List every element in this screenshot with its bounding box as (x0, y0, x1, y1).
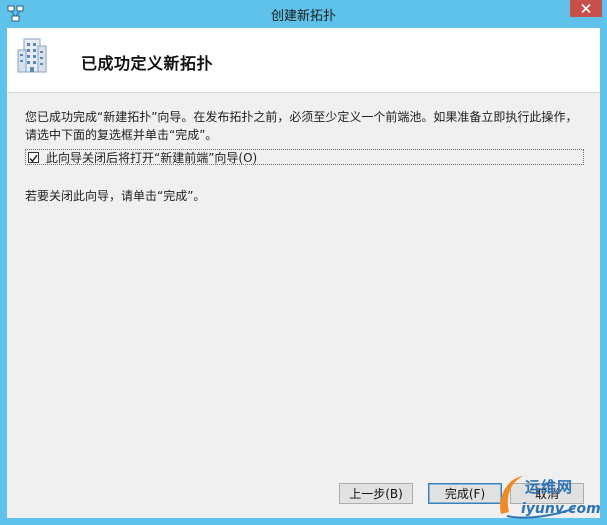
finish-note: 若要关闭此向导，请单击“完成”。 (25, 189, 206, 203)
open-new-frontend-wizard-checkbox[interactable]: 此向导关闭后将打开“新建前端”向导(O) (25, 149, 584, 165)
building-icon (17, 36, 47, 74)
window-title: 创建新拓扑 (270, 9, 336, 24)
title-bar[interactable]: 创建新拓扑 (0, 0, 607, 28)
page-title: 已成功定义新拓扑 (81, 54, 214, 73)
wizard-window: 创建新拓扑 已成功定义新拓扑 您已成功完成“新建拓扑”向导。在发布拓扑之前，必须… (0, 0, 607, 525)
checkbox-box[interactable] (28, 151, 39, 163)
checkmark-icon (29, 148, 38, 167)
finish-button[interactable]: 完成(F) (428, 483, 502, 504)
close-button[interactable] (570, 0, 602, 17)
back-button[interactable]: 上一步(B) (339, 483, 413, 504)
checkbox-label[interactable]: 此向导关闭后将打开“新建前端”向导(O) (46, 149, 257, 166)
description-text: 您已成功完成“新建拓扑”向导。在发布拓扑之前，必须至少定义一个前端池。如果准备立… (25, 110, 578, 142)
cancel-button[interactable]: 取消 (510, 483, 584, 504)
close-icon (581, 4, 591, 13)
wizard-header: 已成功定义新拓扑 (7, 28, 600, 93)
wizard-body: 已成功定义新拓扑 您已成功完成“新建拓扑”向导。在发布拓扑之前，必须至少定义一个… (7, 28, 600, 518)
